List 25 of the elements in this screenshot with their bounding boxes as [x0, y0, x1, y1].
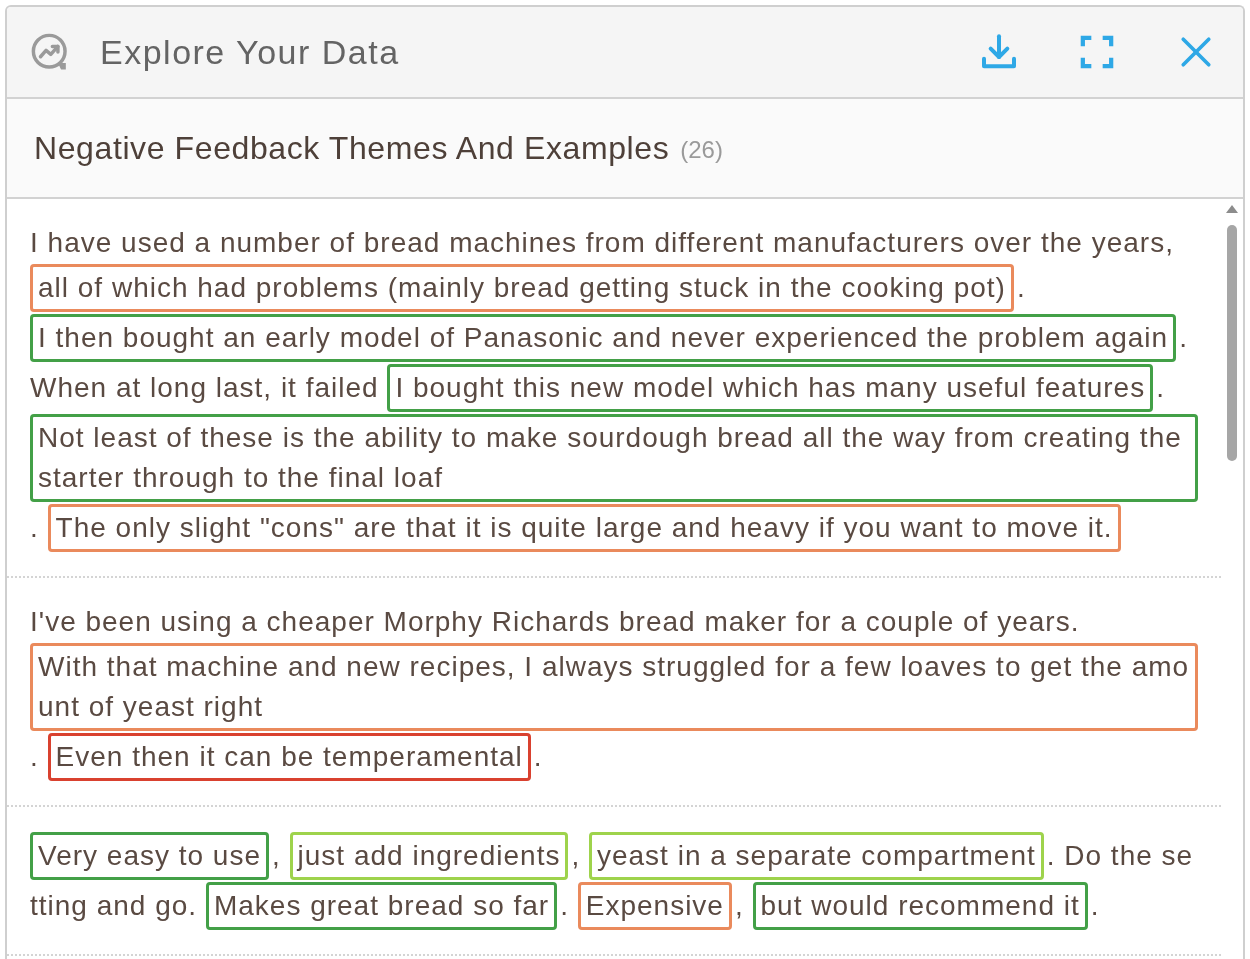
review-text: I've been using a cheaper Morphy Richards bread maker for a couple of years. With that machine and new recipes, I always struggled for a few loaves to get the amount of yeast right . Even then it can be temperamental .: [30, 602, 1201, 782]
highlighted-phrase: all of which had problems (mainly bread getting stuck in the cooking pot): [30, 264, 1014, 312]
window-title: Explore Your Data: [100, 31, 400, 73]
fullscreen-button[interactable]: [1078, 33, 1116, 71]
highlighted-phrase: Expensive: [577, 882, 732, 930]
highlighted-phrase: The only slight "cons" are that it is quite large and heavy if you want to move it.: [47, 504, 1121, 552]
highlighted-phrase: Even then it can be temperamental: [47, 733, 531, 781]
panel-title: Negative Feedback Themes And Examples: [34, 129, 670, 168]
highlighted-phrase: Not least of these is the ability to make sourdough bread all the way from creating the starter through to the final loaf: [30, 414, 1198, 502]
close-icon: [1179, 35, 1213, 69]
scrollbar-thumb[interactable]: [1227, 225, 1237, 461]
highlighted-phrase: With that machine and new recipes, I always struggled for a few loaves to get the amount of yeast right: [30, 643, 1198, 731]
highlighted-phrase: but would recommend it: [752, 882, 1088, 930]
highlighted-phrase: Very easy to use: [30, 832, 269, 880]
review-text: Very easy to use , just add ingredients , yeast in a separate compartment . Do the setting and go. Makes great bread so far . Expensive , but would recommend it .: [30, 831, 1201, 931]
highlighted-phrase: just add ingredients: [289, 832, 569, 880]
highlighted-phrase: I then bought an early model of Panasonic and never experienced the problem again: [30, 314, 1177, 362]
trend-icon: [31, 33, 69, 71]
highlighted-phrase: Makes great bread so far: [205, 882, 558, 930]
fullscreen-icon: [1080, 35, 1114, 69]
highlighted-phrase: I bought this new model which has many useful features: [387, 364, 1154, 412]
scroll-up-arrow-icon[interactable]: [1226, 205, 1238, 213]
count-label: (26): [680, 135, 723, 165]
review-text: I have used a number of bread machines from different manufacturers over the years, all of which had problems (mainly bread getting stuck in the cooking pot) . I then bought an early model of Panasonic and never experienced the problem again . When at long last, it failed I bought this new model which has many useful features . Not least of these is the ability to make sourdough bread all the way from creating the starter through to the final loaf . The only slight "cons" are that it is quite large and heavy if you want to move it.: [30, 223, 1201, 553]
highlighted-phrase: yeast in a separate compartment: [588, 832, 1044, 880]
